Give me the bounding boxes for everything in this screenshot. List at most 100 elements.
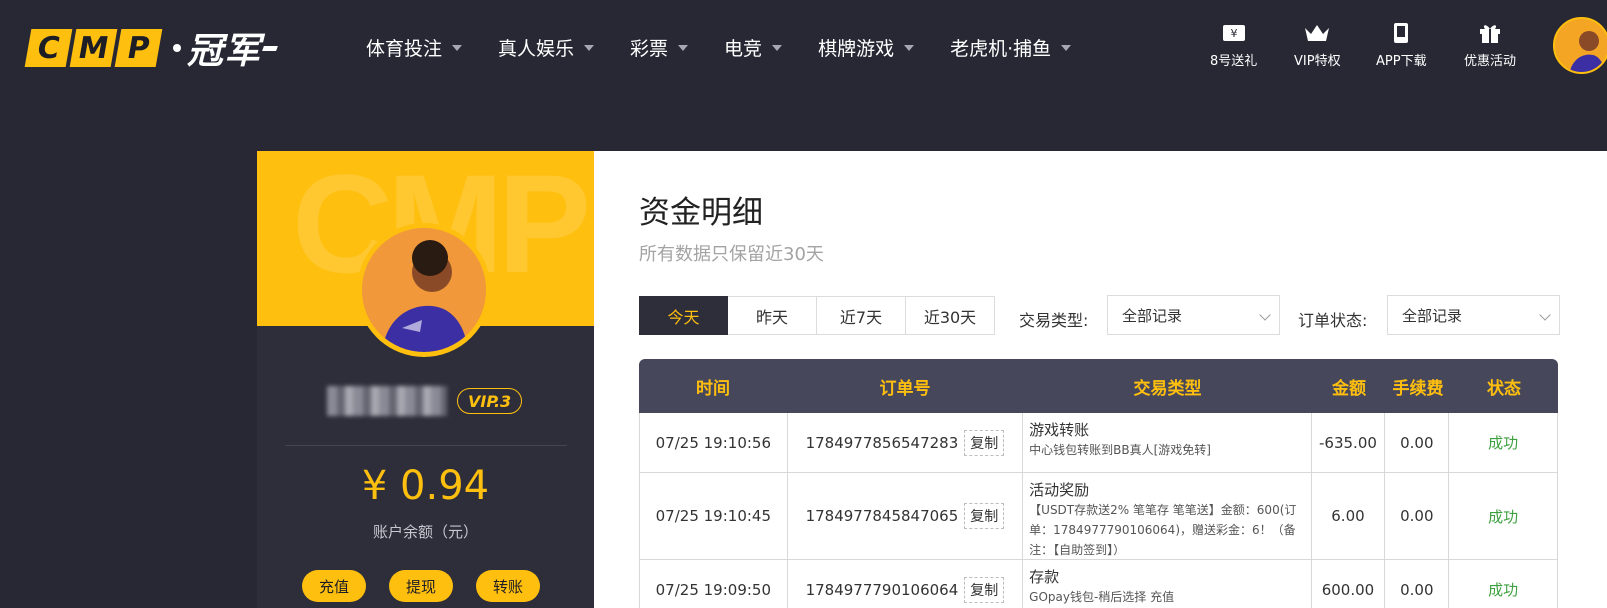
nav-label: 体育投注 <box>366 38 443 60</box>
tab-yesterday[interactable]: 昨天 <box>728 296 817 335</box>
top-header: C M P 冠军 体育投注 真人娱乐 彩票 电竞 棋牌游戏 老虎机·捕鱼 ¥ 8… <box>0 0 1607 96</box>
type-detail: 【USDT存款送2% 笔笔存 笔笔送】金额：600(订单：17849777901… <box>1029 503 1297 557</box>
nav-item-lottery[interactable]: 彩票 <box>630 34 689 61</box>
type-detail: GOpay钱包-稍后选择 充值 <box>1029 590 1175 604</box>
column-header: 状态 <box>1487 378 1521 399</box>
quick-link-label: VIP特权 <box>1294 54 1341 69</box>
chevron-down-icon <box>584 44 595 51</box>
nav-item-sports[interactable]: 体育投注 <box>366 34 463 61</box>
type-cell: 游戏转账 中心钱包转账到BB真人[游戏免转] <box>1023 413 1312 472</box>
order-number: 1784977845847065 <box>805 507 959 525</box>
vip-badge: VIP.3 <box>457 388 523 414</box>
select-value: 全部记录 <box>1402 306 1463 325</box>
type-name: 活动奖励 <box>1029 481 1090 499</box>
quick-link-label: 8号送礼 <box>1210 54 1258 69</box>
order-number: 1784977790106064 <box>805 580 959 599</box>
nav-label: 棋牌游戏 <box>818 38 895 60</box>
logo-letter: P <box>114 29 163 67</box>
gift-box-icon <box>1480 25 1500 43</box>
order-status-select[interactable]: 全部记录 <box>1387 295 1560 335</box>
quick-link-label: 优惠活动 <box>1464 54 1517 69</box>
order-number: 1784977856547283 <box>805 433 959 452</box>
quick-link-promotions[interactable]: 优惠活动 <box>1464 22 1516 69</box>
avatar-image <box>1555 19 1607 72</box>
chevron-down-icon <box>1539 309 1551 321</box>
type-detail: 中心钱包转账到BB真人[游戏免转] <box>1029 443 1211 457</box>
type-cell: 存款 GOpay钱包-稍后选择 充值 <box>1023 560 1312 608</box>
quick-link-app[interactable]: APP下载 <box>1376 22 1427 69</box>
nav-label: 真人娱乐 <box>498 38 575 60</box>
main-nav: 体育投注 真人娱乐 彩票 电竞 棋牌游戏 老虎机·捕鱼 <box>366 34 1107 61</box>
fee-cell: 0.00 <box>1385 473 1450 559</box>
time-cell: 07/25 19:10:56 <box>640 413 788 472</box>
svg-text:¥: ¥ <box>1230 27 1237 40</box>
amount-cell: 6.00 <box>1312 473 1386 559</box>
table-header: 时间 订单号 交易类型 金额 手续费 状态 <box>639 359 1558 413</box>
table-row: 07/25 19:09:50 1784977790106064 复制 存款 GO… <box>639 560 1558 608</box>
logo-letter: M <box>69 29 118 67</box>
table-row: 07/25 19:10:56 1784977856547283 复制 游戏转账 … <box>639 413 1558 473</box>
chevron-down-icon <box>904 44 915 51</box>
column-header: 手续费 <box>1392 378 1444 399</box>
column-header: 时间 <box>696 378 730 399</box>
phone-icon <box>1394 23 1409 43</box>
nav-label: 彩票 <box>630 38 669 60</box>
status-cell: 成功 <box>1488 507 1519 526</box>
username-blurred <box>327 386 447 416</box>
logo[interactable]: C M P 冠军 <box>24 28 278 72</box>
column-header: 订单号 <box>879 378 931 399</box>
page-title: 资金明细 <box>639 195 763 231</box>
column-header: 金额 <box>1332 378 1366 399</box>
chevron-down-icon <box>678 44 689 51</box>
order-cell: 1784977856547283 复制 <box>788 413 1024 472</box>
withdraw-button[interactable]: 提现 <box>389 570 453 602</box>
tab-last-7-days[interactable]: 近7天 <box>817 296 906 335</box>
transaction-type-label: 交易类型: <box>1019 311 1089 330</box>
fee-cell: 0.00 <box>1385 560 1450 608</box>
quick-link-vip[interactable]: VIP特权 <box>1294 22 1341 69</box>
tab-last-30-days[interactable]: 近30天 <box>906 296 995 335</box>
nav-item-live-casino[interactable]: 真人娱乐 <box>498 34 595 61</box>
copy-button[interactable]: 复制 <box>964 503 1005 529</box>
page-subtitle: 所有数据只保留近30天 <box>639 244 824 265</box>
chevron-down-icon <box>452 44 463 51</box>
time-cell: 07/25 19:10:45 <box>640 473 788 559</box>
type-name: 存款 <box>1029 568 1060 586</box>
transaction-type-select[interactable]: 全部记录 <box>1107 295 1280 335</box>
order-status-label: 订单状态: <box>1298 311 1368 330</box>
profile-avatar-image <box>362 228 486 352</box>
logo-text: 冠军 <box>187 31 262 72</box>
copy-button[interactable]: 复制 <box>964 429 1005 456</box>
order-cell: 1784977790106064 复制 <box>788 560 1024 608</box>
chevron-down-icon <box>1259 309 1271 321</box>
status-cell: 成功 <box>1488 434 1519 452</box>
chevron-down-icon <box>1061 44 1072 51</box>
fee-cell: 0.00 <box>1385 413 1450 472</box>
date-range-tabs: 今天 昨天 近7天 近30天 <box>639 296 995 335</box>
type-cell: 活动奖励 【USDT存款送2% 笔笔存 笔笔送】金额：600(订单：178497… <box>1023 473 1312 559</box>
chevron-down-icon <box>772 44 783 51</box>
time-cell: 07/25 19:09:50 <box>640 560 788 608</box>
logo-dash <box>262 45 278 51</box>
crown-icon <box>1305 25 1330 41</box>
quick-link-gift-day[interactable]: ¥ 8号送礼 <box>1210 22 1257 69</box>
nav-item-slots-fishing[interactable]: 老虎机·捕鱼 <box>950 34 1072 61</box>
deposit-button[interactable]: 充值 <box>302 570 366 602</box>
tab-today[interactable]: 今天 <box>639 296 728 335</box>
nav-item-card-games[interactable]: 棋牌游戏 <box>818 34 915 61</box>
avatar[interactable] <box>1553 17 1607 74</box>
copy-button[interactable]: 复制 <box>964 576 1005 603</box>
transactions-table: 时间 订单号 交易类型 金额 手续费 状态 07/25 19:10:56 178… <box>639 359 1558 608</box>
gift-ticket-icon: ¥ <box>1222 25 1245 41</box>
fund-details-panel: 资金明细 所有数据只保留近30天 今天 昨天 近7天 近30天 交易类型: 全部… <box>594 151 1607 608</box>
order-cell: 1784977845847065 复制 <box>788 473 1024 559</box>
wallet-actions: 充值 提现 转账 <box>302 570 563 602</box>
nav-item-esports[interactable]: 电竞 <box>724 34 783 61</box>
status-cell: 成功 <box>1488 581 1519 599</box>
logo-letter: C <box>24 29 73 67</box>
transfer-button[interactable]: 转账 <box>476 570 540 602</box>
nav-label: 电竞 <box>724 38 763 60</box>
amount-cell: 600.00 <box>1312 560 1386 608</box>
type-name: 游戏转账 <box>1029 421 1090 439</box>
amount-cell: -635.00 <box>1312 413 1386 472</box>
